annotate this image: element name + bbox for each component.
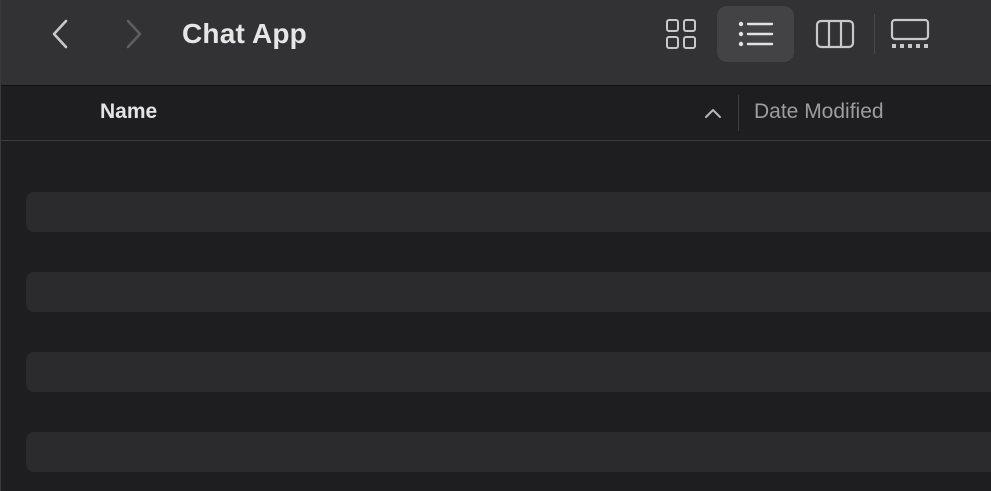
columns-icon [815, 19, 855, 49]
name-column-header[interactable]: Name [100, 86, 157, 140]
toolbar: Chat App [1, 0, 991, 86]
chevron-right-icon [126, 19, 142, 49]
list-row-stripe [26, 192, 991, 232]
chevron-left-icon [52, 19, 68, 49]
list-icon [738, 21, 773, 47]
list-header: Name Date Modified [1, 86, 991, 141]
column-divider[interactable] [738, 95, 739, 131]
icon-view-button[interactable] [653, 6, 709, 62]
grid-icon [666, 19, 696, 49]
list-view-button[interactable] [717, 6, 794, 62]
toolbar-divider [874, 14, 875, 54]
file-list [1, 141, 991, 491]
list-row-stripe [26, 272, 991, 312]
date-modified-column-header[interactable]: Date Modified [754, 86, 884, 140]
back-button[interactable] [43, 16, 79, 52]
gallery-icon [890, 18, 930, 48]
chevron-up-icon[interactable] [702, 105, 724, 121]
list-row-stripe [26, 352, 991, 392]
column-view-button[interactable] [807, 6, 863, 62]
window-title: Chat App [182, 18, 307, 49]
finder-window: Chat App Name Date Modified [0, 0, 991, 491]
forward-button[interactable] [115, 16, 151, 52]
gallery-view-button[interactable] [882, 6, 938, 62]
list-row-stripe [26, 432, 991, 472]
